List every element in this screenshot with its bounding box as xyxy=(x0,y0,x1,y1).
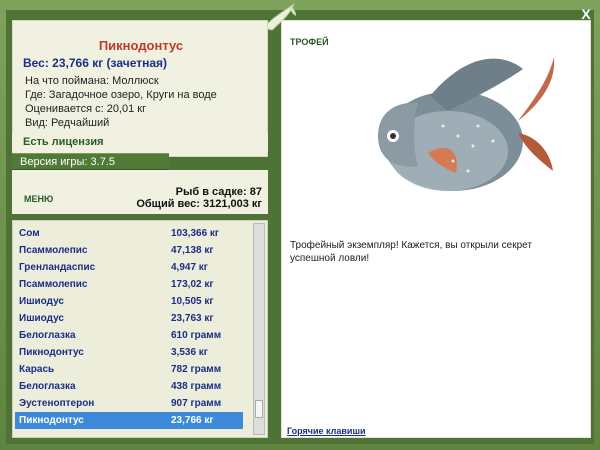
catch-name: Ишиодус xyxy=(19,296,64,307)
total-weight: Общий вес: 3121,003 кг xyxy=(136,198,262,210)
list-item[interactable]: Сом 103,366 кг xyxy=(15,225,243,242)
catch-weight: 23,763 кг xyxy=(171,313,214,324)
fish-image xyxy=(378,57,555,191)
list-item[interactable]: Псаммолепис 173,02 кг xyxy=(15,276,243,293)
version-label: Версия игры: 3.7.5 xyxy=(20,156,115,168)
list-item[interactable]: Ишиодус 23,763 кг xyxy=(15,310,243,327)
list-item[interactable]: Гренландаспис 4,947 кг xyxy=(15,259,243,276)
catch-list[interactable]: Сом 103,366 кг Псаммолепис 47,138 кг Гренл… xyxy=(12,220,268,438)
list-item-selected[interactable]: Пикнодонтус 23,766 кг xyxy=(15,412,243,429)
catch-weight: 47,138 кг xyxy=(171,245,214,256)
menu-button[interactable]: МЕНЮ xyxy=(24,194,53,204)
catch-weight: 173,02 кг xyxy=(171,279,214,290)
list-item[interactable]: Ишиодус 10,505 кг xyxy=(15,293,243,310)
scrollbar-thumb[interactable] xyxy=(255,400,263,418)
catch-name: Эустеноптерон xyxy=(19,398,95,409)
catch-name: Белоглазка xyxy=(19,381,76,392)
list-scrollbar[interactable] xyxy=(253,223,265,435)
version-bar: Версия игры: 3.7.5 xyxy=(12,153,169,170)
location-line: Где: Загадочное озеро, Круги на воде xyxy=(25,89,217,101)
license-label: Есть лицензия xyxy=(23,136,104,148)
catch-weight: 610 грамм xyxy=(171,330,222,341)
catch-weight: 782 грамм xyxy=(171,364,222,375)
catch-weight: 907 грамм xyxy=(171,398,222,409)
catch-weight: 103,366 кг xyxy=(171,228,220,239)
list-item[interactable]: Карась 782 грамм xyxy=(15,361,243,378)
list-item[interactable]: Псаммолепис 47,138 кг xyxy=(15,242,243,259)
catch-weight: 438 грамм xyxy=(171,381,222,392)
fish-details: На что поймана: Моллюск Где: Загадочное … xyxy=(25,74,217,130)
catch-name: Пикнодонтус xyxy=(19,415,84,426)
fish-count: Рыб в садке: 87 xyxy=(175,186,262,198)
catch-name: Белоглазка xyxy=(19,330,76,341)
list-item[interactable]: Пикнодонтус 3,536 кг xyxy=(15,344,243,361)
catch-name: Гренландаспис xyxy=(19,262,96,273)
catch-name: Сом xyxy=(19,228,40,239)
catch-name: Ишиодус xyxy=(19,313,64,324)
trophy-panel: ТРОФЕЙ Трофейный экземпляр! Кажется, вы … xyxy=(281,20,591,438)
catch-name: Псаммолепис xyxy=(19,245,88,256)
catch-weight: 23,766 кг xyxy=(171,415,214,426)
stats-bar: МЕНЮ Рыб в садке: 87 Общий вес: 3121,003… xyxy=(12,170,268,214)
list-item[interactable]: Белоглазка 610 грамм xyxy=(15,327,243,344)
catch-weight: 4,947 кг xyxy=(171,262,208,273)
hotkeys-link[interactable]: Горячие клавиши xyxy=(287,426,365,436)
catch-name: Псаммолепис xyxy=(19,279,88,290)
list-item[interactable]: Эустеноптерон 907 грамм xyxy=(15,395,243,412)
species-rarity-line: Вид: Редчайший xyxy=(25,117,110,129)
bait-line: На что поймана: Моллюск xyxy=(25,75,159,87)
fish-weight: Вес: 23,766 кг (зачетная) xyxy=(23,56,168,70)
list-item[interactable]: Белоглазка 438 грамм xyxy=(15,378,243,395)
rating-line: Оценивается с: 20,01 кг xyxy=(25,103,147,115)
catch-name: Карась xyxy=(19,364,55,375)
trophy-label: ТРОФЕЙ xyxy=(290,37,329,47)
catch-weight: 10,505 кг xyxy=(171,296,214,307)
fish-title: Пикнодонтус xyxy=(98,38,184,53)
license-status: Есть лицензия xyxy=(12,132,268,152)
catch-name: Пикнодонтус xyxy=(19,347,84,358)
trophy-description: Трофейный экземпляр! Кажется, вы открыли… xyxy=(290,240,532,264)
catch-weight: 3,536 кг xyxy=(171,347,208,358)
